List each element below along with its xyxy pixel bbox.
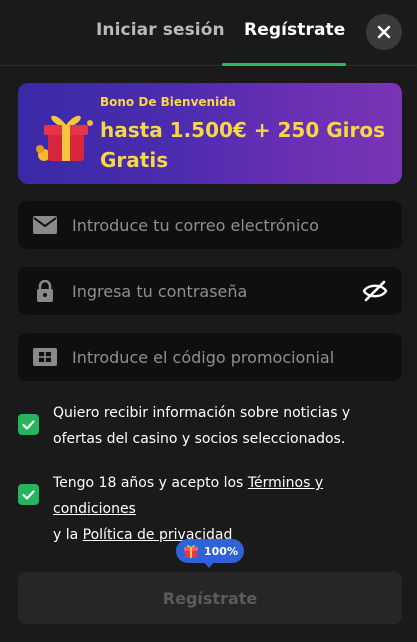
bonus-title: hasta 1.500€ + 250 Giros Gratis xyxy=(100,118,386,172)
promo-code-field[interactable] xyxy=(18,333,402,381)
toggle-password-visibility-button[interactable] xyxy=(362,279,388,303)
auth-tabs: Iniciar sesión Regístrate xyxy=(0,0,417,66)
bonus-eyebrow: Bono De Bienvenida xyxy=(100,95,236,109)
marketing-consent-label: Quiero recibir información sobre noticia… xyxy=(53,405,351,447)
age-consent-connector: y la xyxy=(53,527,83,543)
marketing-consent-checkbox[interactable] xyxy=(18,414,39,435)
gift-box-icon xyxy=(36,115,93,161)
checkmark-icon xyxy=(22,419,35,430)
welcome-bonus-banner: Bono De Bienvenida hasta 1.500€ + 250 Gi… xyxy=(18,83,402,184)
lock-icon xyxy=(32,279,58,303)
age-terms-label: Tengo 18 años y acepto los Términos y co… xyxy=(53,470,403,548)
marketing-consent-row: Quiero recibir información sobre noticia… xyxy=(18,400,402,454)
completion-percent: 100% xyxy=(204,544,238,558)
gift-icon xyxy=(184,544,198,558)
eye-off-icon xyxy=(362,280,388,302)
email-input[interactable] xyxy=(72,201,362,249)
checkmark-icon xyxy=(22,489,35,500)
close-button[interactable] xyxy=(366,14,402,50)
password-field[interactable] xyxy=(18,267,402,315)
close-icon xyxy=(377,25,391,39)
password-input[interactable] xyxy=(72,267,362,315)
age-consent-prefix: Tengo 18 años y acepto los xyxy=(53,475,248,491)
active-tab-indicator xyxy=(222,63,346,66)
promo-ticket-icon xyxy=(32,345,58,369)
envelope-icon xyxy=(32,213,58,237)
register-submit-button[interactable]: Regístrate xyxy=(18,572,402,624)
completion-badge-pointer xyxy=(203,561,215,568)
tab-register[interactable]: Regístrate xyxy=(244,20,345,40)
age-terms-consent-row: Tengo 18 años y acepto los Términos y co… xyxy=(18,470,402,543)
age-terms-checkbox[interactable] xyxy=(18,484,39,505)
promo-code-input[interactable] xyxy=(72,333,362,381)
tab-login[interactable]: Iniciar sesión xyxy=(96,20,225,40)
completion-badge: 100% xyxy=(176,539,244,563)
email-field[interactable] xyxy=(18,201,402,249)
